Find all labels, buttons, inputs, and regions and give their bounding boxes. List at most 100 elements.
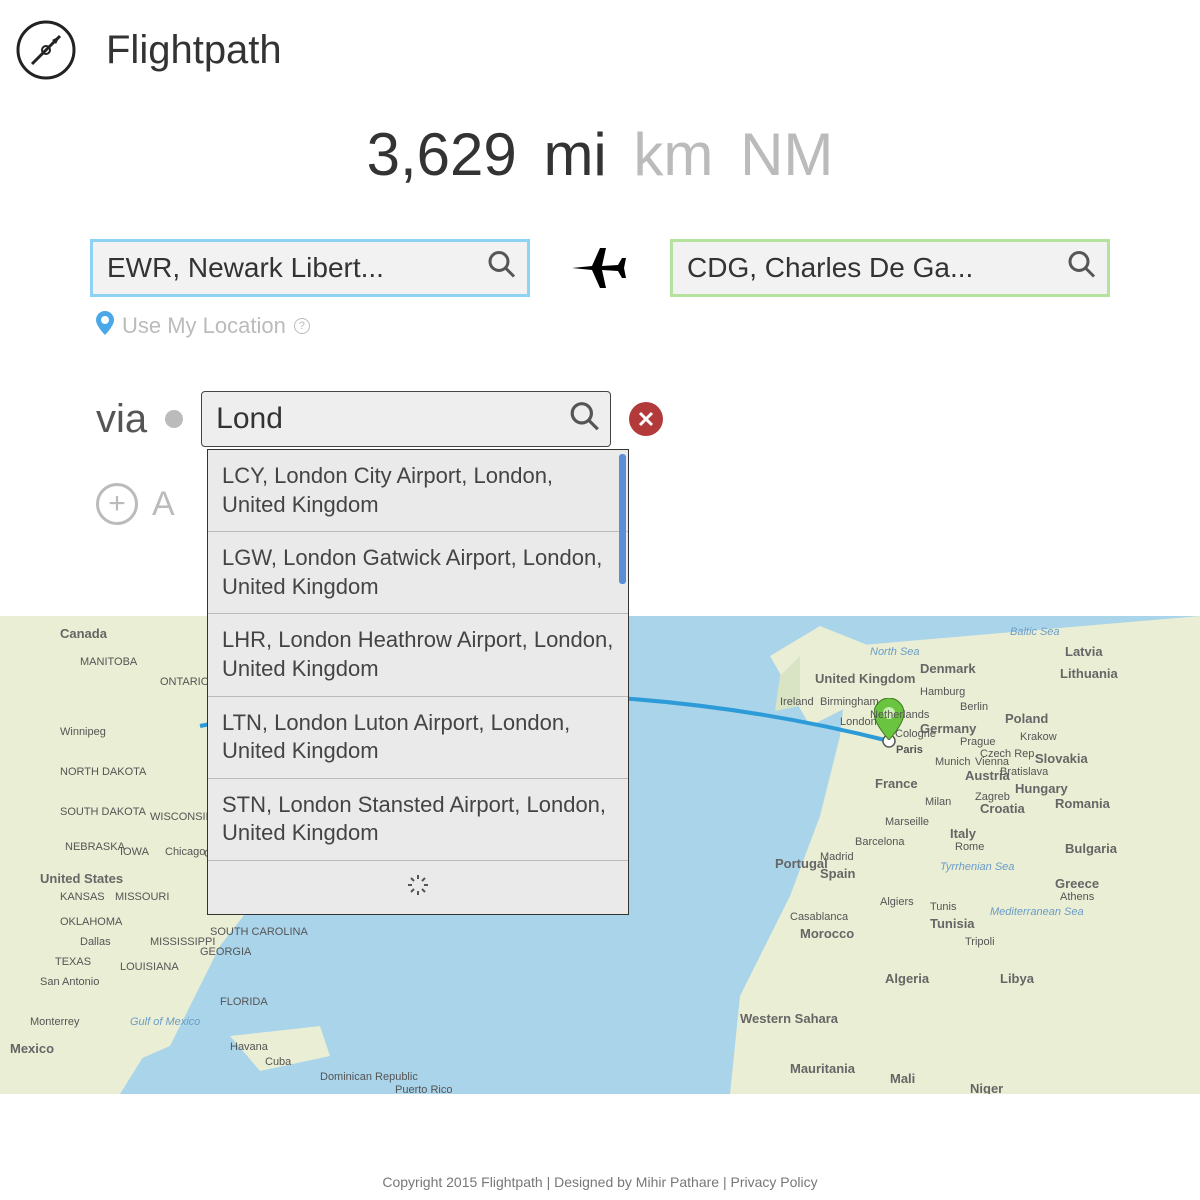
- map-label: IOWA: [120, 846, 149, 858]
- map-label: NORTH DAKOTA: [60, 766, 146, 778]
- map-label: North Sea: [870, 646, 920, 658]
- map-label: Hamburg: [920, 686, 965, 698]
- via-input-wrap: [201, 391, 611, 447]
- map-label: Western Sahara: [740, 1011, 838, 1026]
- map-label: Algeria: [885, 971, 929, 986]
- map-label: Mali: [890, 1071, 915, 1086]
- map-label: Cologne: [895, 728, 936, 740]
- map-label: Birmingham: [820, 696, 879, 708]
- map-label: TEXAS: [55, 956, 91, 968]
- autocomplete-item[interactable]: LTN, London Luton Airport, London, Unite…: [208, 697, 628, 779]
- map-label: Mauritania: [790, 1061, 855, 1076]
- map-label: Prague: [960, 736, 995, 748]
- unit-nm[interactable]: NM: [740, 121, 833, 188]
- destination-value: CDG, Charles De Ga...: [687, 252, 973, 284]
- map-label: Krakow: [1020, 731, 1057, 743]
- map-label: Latvia: [1065, 644, 1103, 659]
- via-input[interactable]: [201, 391, 611, 447]
- map-label: Bulgaria: [1065, 841, 1117, 856]
- map-label: Algiers: [880, 896, 914, 908]
- origin-input[interactable]: EWR, Newark Libert...: [90, 239, 530, 297]
- autocomplete-item[interactable]: STN, London Stansted Airport, London, Un…: [208, 779, 628, 861]
- footer-privacy-link[interactable]: Privacy Policy: [731, 1174, 818, 1190]
- map-label: Havana: [230, 1041, 268, 1053]
- map-label: Bratislava: [1000, 766, 1048, 778]
- plane-icon: [570, 244, 630, 292]
- map-label: OKLAHOMA: [60, 916, 122, 928]
- map-label: United Kingdom: [815, 671, 915, 686]
- map-label: Morocco: [800, 926, 854, 941]
- search-icon[interactable]: [569, 401, 601, 438]
- map-label: Niger: [970, 1081, 1003, 1094]
- plus-icon: +: [96, 483, 138, 525]
- map-label: Athens: [1060, 891, 1094, 903]
- map-label: Dallas: [80, 936, 111, 948]
- map-label: Tripoli: [965, 936, 995, 948]
- map-label: Hungary: [1015, 781, 1068, 796]
- via-row: via LCY, London City Airport, London, Un…: [0, 391, 1200, 447]
- destination-input[interactable]: CDG, Charles De Ga...: [670, 239, 1110, 297]
- map-label: Canada: [60, 626, 107, 641]
- map-label: FLORIDA: [220, 996, 268, 1008]
- via-label: via: [96, 397, 147, 442]
- route-row: EWR, Newark Libert... CDG, Charles De Ga…: [0, 239, 1200, 297]
- unit-km[interactable]: km: [633, 121, 713, 188]
- map-label: Zagreb: [975, 791, 1010, 803]
- autocomplete-dropdown: LCY, London City Airport, London, United…: [207, 449, 629, 915]
- map-label: Barcelona: [855, 836, 905, 848]
- map-label: Baltic Sea: [1010, 626, 1060, 638]
- map-label: Tyrrhenian Sea: [940, 861, 1014, 873]
- search-icon[interactable]: [487, 250, 517, 287]
- autocomplete-item[interactable]: LHR, London Heathrow Airport, London, Un…: [208, 614, 628, 696]
- use-my-location-row[interactable]: Use My Location ?: [0, 311, 1200, 341]
- map-label: Croatia: [980, 801, 1025, 816]
- distance-value: 3,629: [367, 121, 517, 188]
- map-label: Italy: [950, 826, 976, 841]
- map-label: Berlin: [960, 701, 988, 713]
- map-label: Poland: [1005, 711, 1048, 726]
- map-label: Cuba: [265, 1056, 291, 1068]
- map-label: Monterrey: [30, 1016, 80, 1028]
- map-label: Paris: [896, 744, 923, 756]
- footer: Copyright 2015 Flightpath | Designed by …: [0, 1174, 1200, 1190]
- autocomplete-loading: [208, 861, 628, 914]
- map-label: Lithuania: [1060, 666, 1118, 681]
- map-label: WISCONSIN: [150, 811, 214, 823]
- map-label: Chicago: [165, 846, 205, 858]
- scrollbar[interactable]: [619, 454, 626, 584]
- map-label: Rome: [955, 841, 984, 853]
- map-label: ONTARIO: [160, 676, 209, 688]
- help-icon[interactable]: ?: [294, 318, 310, 334]
- map-label: Ireland: [780, 696, 814, 708]
- autocomplete-item[interactable]: LGW, London Gatwick Airport, London, Uni…: [208, 532, 628, 614]
- map-label: Tunisia: [930, 916, 975, 931]
- map-label: MANITOBA: [80, 656, 137, 668]
- unit-miles[interactable]: mi: [543, 121, 606, 188]
- close-icon: [638, 411, 654, 427]
- map-label: Munich: [935, 756, 970, 768]
- map-label: France: [875, 776, 918, 791]
- autocomplete-item[interactable]: LCY, London City Airport, London, United…: [208, 450, 628, 532]
- map-label: Winnipeg: [60, 726, 106, 738]
- map-label: Greece: [1055, 876, 1099, 891]
- map-label: Denmark: [920, 661, 976, 676]
- map-label: Milan: [925, 796, 951, 808]
- map-label: Slovakia: [1035, 751, 1088, 766]
- compass-logo-icon: [14, 18, 78, 82]
- app-title: Flightpath: [106, 28, 282, 73]
- origin-value: EWR, Newark Libert...: [107, 252, 384, 284]
- map-label: Romania: [1055, 796, 1110, 811]
- map-label: Casablanca: [790, 911, 848, 923]
- app-header: Flightpath: [0, 0, 1200, 100]
- map-label: Libya: [1000, 971, 1034, 986]
- search-icon[interactable]: [1067, 250, 1097, 287]
- location-pin-icon: [96, 311, 114, 341]
- map-label: San Antonio: [40, 976, 99, 988]
- footer-designed-link[interactable]: Designed by Mihir Pathare: [554, 1174, 719, 1190]
- map-label: SOUTH DAKOTA: [60, 806, 146, 818]
- map-label: Portugal: [775, 856, 828, 871]
- use-location-label: Use My Location: [122, 313, 286, 339]
- remove-via-button[interactable]: [629, 402, 663, 436]
- map-label: NEBRASKA: [65, 841, 125, 853]
- map-label: Gulf of Mexico: [130, 1016, 200, 1028]
